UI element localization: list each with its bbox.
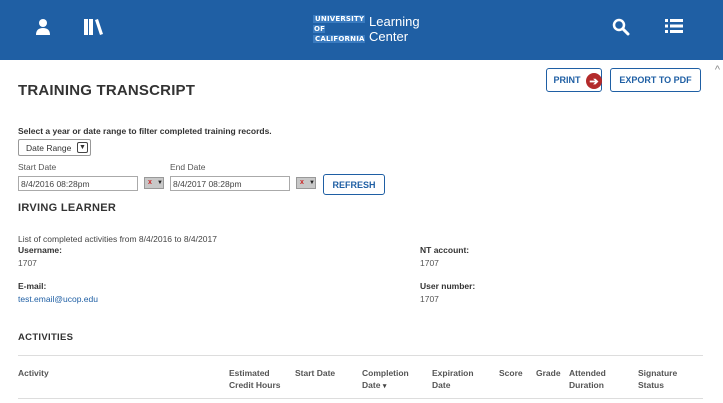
completed-activities-note: List of completed activities from 8/4/20… [18,234,217,244]
column-header-activity[interactable]: Activity [18,367,49,379]
column-header-credit-hours[interactable]: Estimated Credit Hours [229,367,280,391]
column-header-line1: Score [499,368,523,378]
filter-instructions: Select a year or date range to filter co… [18,126,272,136]
end-date-label: End Date [170,162,206,172]
column-header-line2: Date [362,380,381,390]
email-label: E-mail: [18,281,47,291]
column-header-completion-date[interactable]: Completion Date ▾ [362,367,409,393]
menu-list-icon[interactable] [665,18,683,39]
column-header-line1: Attended [569,368,606,378]
column-header-line2: Credit Hours [229,380,281,390]
start-date-input[interactable]: 8/4/2016 08:28pm [18,176,138,191]
brand-logo[interactable]: UNIVERSITY OF CALIFORNIA Learning Center [313,11,420,47]
scroll-up-icon[interactable]: ^ [715,64,720,76]
print-label: PRINT [553,75,581,85]
nt-account-value: 1707 [420,258,439,268]
column-header-signature-status[interactable]: Signature Status [638,367,677,391]
page-title: TRAINING TRANSCRIPT [18,82,196,99]
end-date-input[interactable]: 8/4/2017 08:28pm [170,176,290,191]
brand-line-1: UNIVERSITY [313,15,365,23]
column-header-line1: Signature [638,368,678,378]
library-icon[interactable] [84,18,104,41]
table-header-divider [18,398,703,399]
user-icon[interactable] [36,18,50,41]
arrow-right-icon: ➔ [586,73,602,89]
column-header-line2: Duration [569,380,604,390]
chevron-down-icon[interactable]: ▼ [77,142,88,153]
column-header-start-date[interactable]: Start Date [295,367,335,379]
refresh-button[interactable]: REFRESH [323,174,385,195]
user-number-value: 1707 [420,294,439,304]
column-header-line1: Estimated [229,368,270,378]
refresh-label: REFRESH [332,179,376,190]
calendar-icon[interactable]: x ▼ [296,177,316,189]
column-header-line1: Completion [362,368,409,378]
brand-line-2: OF [313,25,326,33]
nt-account-label: NT account: [420,245,470,255]
column-header-grade[interactable]: Grade [536,367,561,379]
brand-line-3: CALIFORNIA [313,35,365,43]
end-date-value: 8/4/2017 08:28pm [173,178,242,189]
export-pdf-button[interactable]: EXPORT TO PDF [610,68,701,92]
username-value: 1707 [18,258,37,268]
brand-title-line-1: Learning [369,14,420,29]
user-number-label: User number: [420,281,476,291]
email-link[interactable]: test.email@ucop.edu [18,294,98,304]
column-header-attended-duration[interactable]: Attended Duration [569,367,606,391]
column-header-line1: Activity [18,368,49,378]
top-navigation-bar: UNIVERSITY OF CALIFORNIA Learning Center [0,0,723,60]
username-label: Username: [18,245,62,255]
calendar-icon[interactable]: x ▼ [144,177,164,189]
column-header-expiration-date[interactable]: Expiration Date [432,367,474,391]
uc-logo: UNIVERSITY OF CALIFORNIA [313,11,365,47]
brand-title: Learning Center [369,14,420,44]
search-icon[interactable] [612,18,630,41]
column-header-line1: Expiration [432,368,474,378]
sort-descending-icon[interactable]: ▾ [383,383,387,390]
column-header-score[interactable]: Score [499,367,523,379]
column-header-line2: Status [638,380,664,390]
table-top-divider [18,355,703,356]
learner-name: IRVING LEARNER [18,202,117,214]
export-label: EXPORT TO PDF [619,75,692,85]
date-range-value: Date Range [26,142,72,153]
start-date-label: Start Date [18,162,57,172]
column-header-line1: Start Date [295,368,336,378]
column-header-line1: Grade [536,368,561,378]
column-header-line2: Date [432,380,451,390]
brand-title-line-2: Center [369,29,409,44]
date-range-select[interactable]: Date Range ▼ [18,139,91,156]
activities-title: ACTIVITIES [18,332,74,343]
start-date-value: 8/4/2016 08:28pm [21,178,90,189]
